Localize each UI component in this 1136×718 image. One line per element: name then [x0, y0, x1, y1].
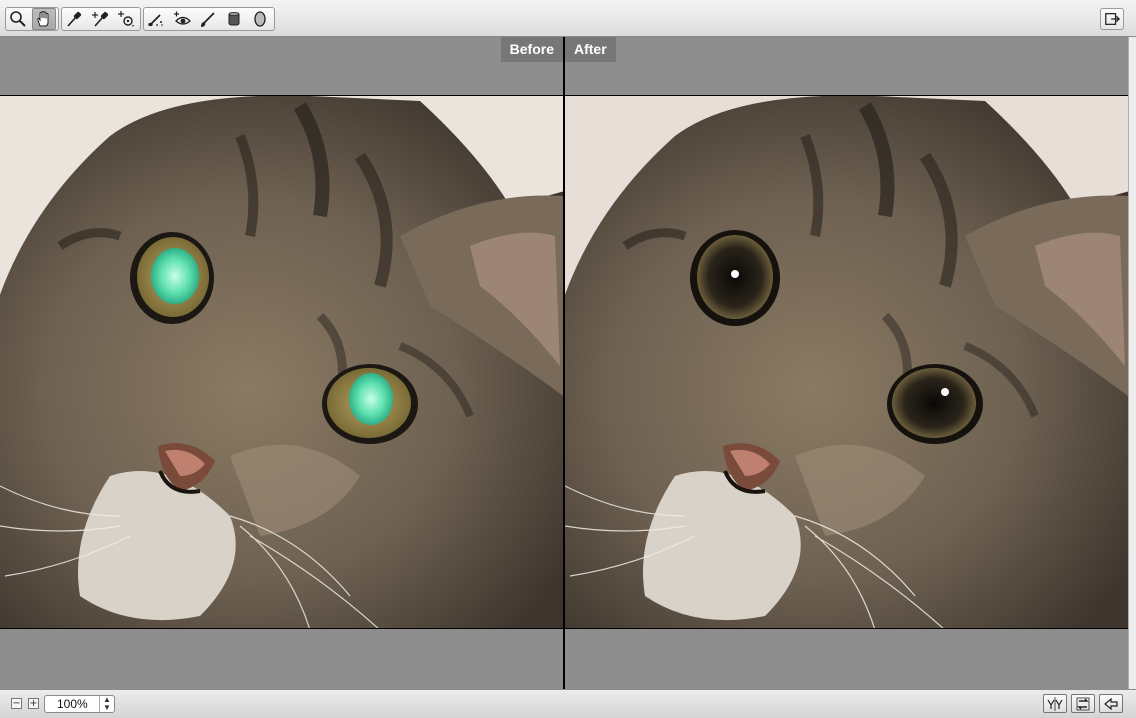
- magnifier-icon[interactable]: [6, 8, 30, 30]
- target-plus-icon[interactable]: [114, 8, 138, 30]
- before-photo[interactable]: [0, 95, 563, 629]
- before-pane[interactable]: Before: [0, 37, 563, 689]
- zoom-out-button[interactable]: −: [11, 698, 22, 709]
- brush-sparkle-icon[interactable]: [144, 8, 168, 30]
- eye-plus-icon[interactable]: [170, 8, 194, 30]
- eyedropper-icon[interactable]: [62, 8, 86, 30]
- ellipse-icon[interactable]: [248, 8, 272, 30]
- zoom-value: 100%: [57, 697, 88, 711]
- statusbar: − + 100% ▲ ▼: [0, 689, 1136, 718]
- after-photo[interactable]: [565, 95, 1128, 629]
- exit-icon[interactable]: [1100, 8, 1124, 30]
- cylinder-icon[interactable]: [222, 8, 246, 30]
- eyedropper-plus-icon[interactable]: [88, 8, 112, 30]
- before-label: Before: [500, 37, 563, 62]
- back-icon[interactable]: [1099, 694, 1123, 713]
- zoom-in-button[interactable]: +: [28, 698, 39, 709]
- hand-icon[interactable]: [32, 8, 56, 30]
- toolbar: [0, 0, 1136, 37]
- after-label: After: [565, 37, 616, 62]
- zoom-select[interactable]: 100% ▲ ▼: [44, 695, 115, 713]
- zoom-stepper-icon[interactable]: ▲ ▼: [99, 696, 114, 712]
- brush-icon[interactable]: [196, 8, 220, 30]
- vertical-scrollbar[interactable]: [1128, 37, 1136, 689]
- split-view-icon[interactable]: [1043, 694, 1067, 713]
- after-pane[interactable]: After: [565, 37, 1128, 689]
- swap-icon[interactable]: [1071, 694, 1095, 713]
